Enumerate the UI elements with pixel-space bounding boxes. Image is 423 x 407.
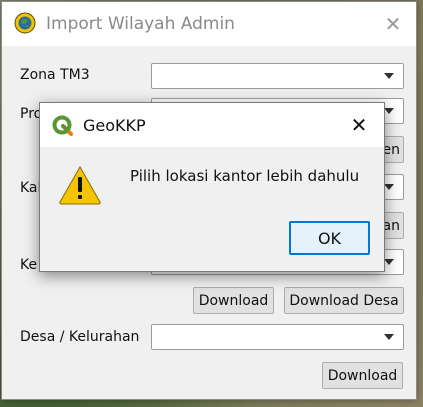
dialog-message: Pilih lokasi kantor lebih dahulu xyxy=(130,167,360,185)
window-titlebar: Import Wilayah Admin ✕ xyxy=(2,2,416,46)
kecamatan-label: Ke xyxy=(20,257,38,273)
window-close-button[interactable]: ✕ xyxy=(380,11,406,37)
zona-tm3-select[interactable] xyxy=(151,63,404,89)
desa-download-button[interactable]: Download xyxy=(322,362,403,389)
dialog-body: Pilih lokasi kantor lebih dahulu OK xyxy=(40,147,384,271)
download-desa-button[interactable]: Download Desa xyxy=(284,287,404,314)
kecamatan-download-button[interactable]: Download xyxy=(193,287,274,314)
chevron-down-icon xyxy=(384,334,394,340)
kabupaten-download-label: an xyxy=(382,217,400,234)
desa-kelurahan-select[interactable] xyxy=(151,324,404,350)
chevron-down-icon xyxy=(384,108,394,114)
qgis-icon xyxy=(52,115,73,136)
zona-tm3-label: Zona TM3 xyxy=(20,67,90,83)
provinsi-download-label: en xyxy=(382,141,401,158)
ok-button[interactable]: OK xyxy=(289,221,370,255)
warning-icon xyxy=(59,165,101,205)
desa-kelurahan-label: Desa / Kelurahan xyxy=(20,329,140,345)
chevron-down-icon xyxy=(384,259,394,265)
dialog-close-button[interactable]: ✕ xyxy=(346,112,372,138)
dialog-titlebar: GeoKKP ✕ xyxy=(40,103,384,147)
dialog-title: GeoKKP xyxy=(83,116,146,135)
geokkp-warning-dialog: GeoKKP ✕ Pilih lokasi kantor lebih dahul… xyxy=(39,102,385,272)
chevron-down-icon xyxy=(384,73,394,79)
chevron-down-icon xyxy=(384,184,394,190)
window-title: Import Wilayah Admin xyxy=(46,14,235,34)
globe-app-icon xyxy=(14,12,36,34)
